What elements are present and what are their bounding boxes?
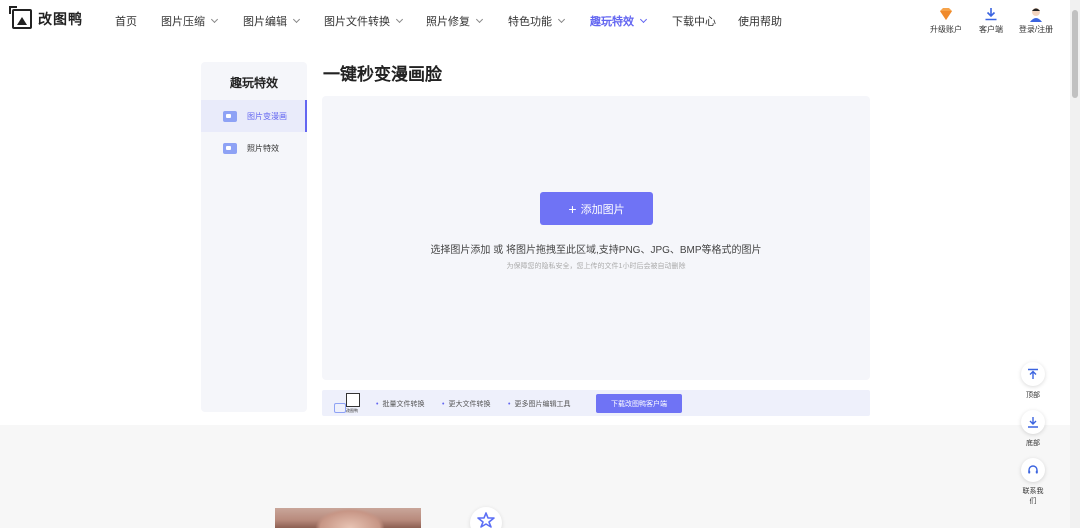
promo-logo-caption: 改图鸭 bbox=[346, 408, 358, 413]
add-image-label: 添加图片 bbox=[580, 203, 625, 216]
download-icon bbox=[1021, 410, 1045, 434]
image-icon bbox=[223, 110, 237, 122]
nav-home[interactable]: 首页 bbox=[115, 13, 137, 29]
privacy-note: 为保障您的隐私安全，您上传的文件1小时后会被自动删除 bbox=[506, 263, 686, 270]
image-icon bbox=[223, 142, 237, 154]
chevron-down-icon bbox=[292, 15, 301, 24]
diamond-icon bbox=[924, 6, 968, 22]
nav-convert[interactable]: 图片文件转换 bbox=[324, 13, 404, 29]
nav-features[interactable]: 特色功能 bbox=[508, 13, 566, 29]
sidebar-item-label: 图片变漫画 bbox=[247, 111, 287, 121]
promo-feature: 更多图片编辑工具 bbox=[508, 399, 570, 409]
chevron-down-icon bbox=[475, 15, 484, 24]
page-title: 一键秒变漫画脸 bbox=[323, 65, 442, 84]
chevron-down-icon bbox=[639, 15, 648, 24]
nav-edit[interactable]: 图片编辑 bbox=[243, 13, 301, 29]
contact-us-label: 联系我们 bbox=[1022, 488, 1044, 505]
brand-logo[interactable]: 改图鸭 bbox=[9, 6, 83, 29]
scrollbar-thumb[interactable] bbox=[1072, 10, 1078, 98]
arrow-up-icon bbox=[1021, 362, 1045, 386]
lower-section bbox=[0, 425, 1070, 528]
client-promo-bar: 改图鸭 批量文件转换 更大文件转换 更多图片编辑工具 下载改图鸭客户端 bbox=[322, 390, 870, 416]
nav-help[interactable]: 使用帮助 bbox=[738, 13, 782, 29]
nav-compress[interactable]: 图片压缩 bbox=[161, 13, 219, 29]
promo-feature: 更大文件转换 bbox=[442, 399, 490, 409]
plus-icon: + bbox=[568, 200, 577, 217]
upload-hint: 选择图片添加 或 将图片拖拽至此区域,支持PNG、JPG、BMP等格式的图片 bbox=[430, 245, 762, 256]
sidebar-item-cartoon[interactable]: 图片变漫画 bbox=[201, 100, 307, 132]
logo-icon bbox=[9, 6, 32, 29]
go-to-bottom-label: 底部 bbox=[1026, 440, 1040, 447]
sidebar-title: 趣玩特效 bbox=[229, 76, 278, 90]
download-client-button[interactable]: 下载改图鸭客户端 bbox=[596, 394, 682, 413]
sidebar-item-label: 照片特效 bbox=[247, 143, 279, 153]
promo-feature: 批量文件转换 bbox=[376, 399, 424, 409]
nav-photo-repair[interactable]: 照片修复 bbox=[426, 13, 484, 29]
upgrade-account-button[interactable]: 升级账户 bbox=[924, 6, 968, 35]
top-header: 改图鸭 首页 图片压缩 图片编辑 图片文件转换 照片修复 特色功能 趣玩特效 下… bbox=[0, 0, 1070, 40]
nav-fun-effects[interactable]: 趣玩特效 bbox=[590, 13, 648, 29]
login-register-button[interactable]: 登录/注册 bbox=[1014, 6, 1058, 35]
contact-us-button[interactable]: 联系我们 bbox=[1020, 458, 1046, 506]
client-download-button[interactable]: 客户端 bbox=[969, 6, 1013, 35]
sidebar: 趣玩特效 图片变漫画 照片特效 bbox=[201, 62, 307, 412]
chevron-down-icon bbox=[210, 15, 219, 24]
chevron-down-icon bbox=[395, 15, 404, 24]
nav-download-center[interactable]: 下载中心 bbox=[672, 13, 716, 29]
add-image-button[interactable]: + 添加图片 bbox=[540, 192, 653, 225]
avatar bbox=[1014, 6, 1058, 22]
back-to-top-button[interactable]: 顶部 bbox=[1020, 362, 1046, 400]
go-to-bottom-button[interactable]: 底部 bbox=[1020, 410, 1046, 448]
client-label: 客户端 bbox=[979, 25, 1003, 34]
back-to-top-label: 顶部 bbox=[1026, 392, 1040, 399]
page-scrollbar[interactable] bbox=[1070, 0, 1080, 528]
sample-portrait-image bbox=[275, 508, 421, 528]
login-label: 登录/注册 bbox=[1018, 25, 1054, 34]
brand-name: 改图鸭 bbox=[38, 11, 83, 27]
upload-drop-zone[interactable] bbox=[322, 96, 870, 380]
client-logo-icon: 改图鸭 bbox=[334, 393, 364, 415]
upgrade-label: 升级账户 bbox=[930, 25, 962, 34]
headset-icon bbox=[1021, 458, 1045, 482]
chevron-down-icon bbox=[557, 15, 566, 24]
download-icon bbox=[969, 6, 1013, 22]
sidebar-item-photo-effects[interactable]: 照片特效 bbox=[201, 132, 307, 164]
